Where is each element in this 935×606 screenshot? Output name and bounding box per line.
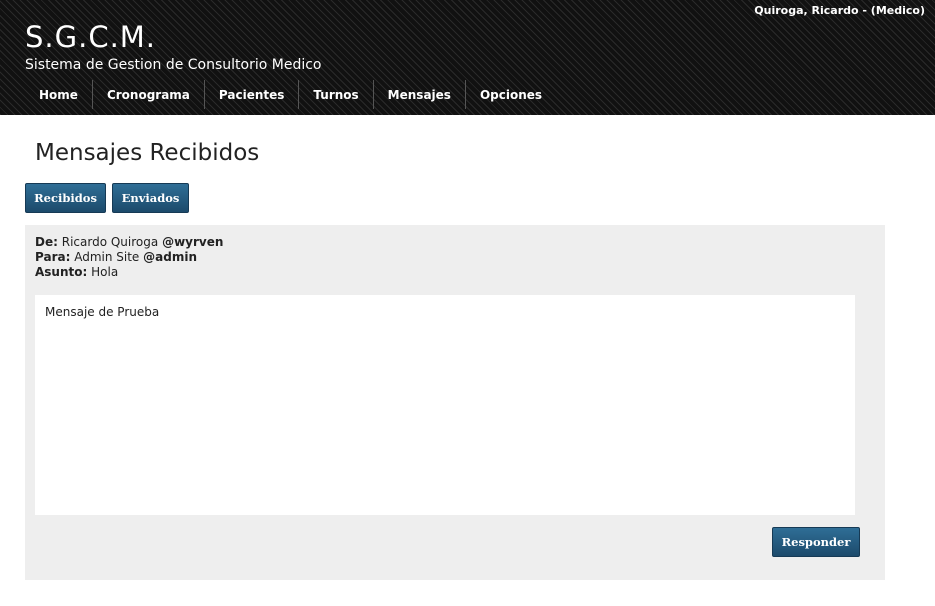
app-subtitle: Sistema de Gestion de Consultorio Medico bbox=[25, 57, 322, 73]
subject-line: Asunto: Hola bbox=[35, 265, 223, 280]
to-line: Para: Admin Site @admin bbox=[35, 250, 223, 265]
nav-item-opciones[interactable]: Opciones bbox=[464, 80, 556, 109]
from-label: De: bbox=[35, 235, 58, 249]
current-user-label: Quiroga, Ricardo - (Medico) bbox=[754, 4, 925, 17]
nav-item-pacientes[interactable]: Pacientes bbox=[203, 80, 299, 109]
from-name: Ricardo Quiroga bbox=[61, 235, 159, 249]
nav-item-mensajes[interactable]: Mensajes bbox=[372, 80, 465, 109]
from-line: De: Ricardo Quiroga @wyrven bbox=[35, 235, 223, 250]
page-title: Mensajes Recibidos bbox=[35, 140, 260, 166]
nav-item-home[interactable]: Home bbox=[25, 80, 92, 109]
to-handle: @admin bbox=[143, 250, 198, 264]
nav-item-turnos[interactable]: Turnos bbox=[298, 80, 372, 109]
app-title: S.G.C.M. bbox=[25, 20, 157, 54]
to-label: Para: bbox=[35, 250, 71, 264]
responder-button[interactable]: Responder bbox=[772, 527, 860, 557]
from-handle: @wyrven bbox=[162, 235, 224, 249]
nav-item-cronograma[interactable]: Cronograma bbox=[91, 80, 204, 109]
site-header: Quiroga, Ricardo - (Medico) S.G.C.M. Sis… bbox=[0, 0, 935, 115]
subject-value: Hola bbox=[91, 265, 119, 279]
subject-label: Asunto: bbox=[35, 265, 88, 279]
to-name: Admin Site bbox=[74, 250, 140, 264]
message-panel: De: Ricardo Quiroga @wyrven Para: Admin … bbox=[25, 225, 885, 580]
message-body: Mensaje de Prueba bbox=[35, 295, 855, 515]
message-meta: De: Ricardo Quiroga @wyrven Para: Admin … bbox=[35, 235, 223, 280]
main-nav: Home Cronograma Pacientes Turnos Mensaje… bbox=[25, 80, 556, 109]
enviados-button[interactable]: Enviados bbox=[112, 183, 189, 213]
recibidos-button[interactable]: Recibidos bbox=[25, 183, 106, 213]
